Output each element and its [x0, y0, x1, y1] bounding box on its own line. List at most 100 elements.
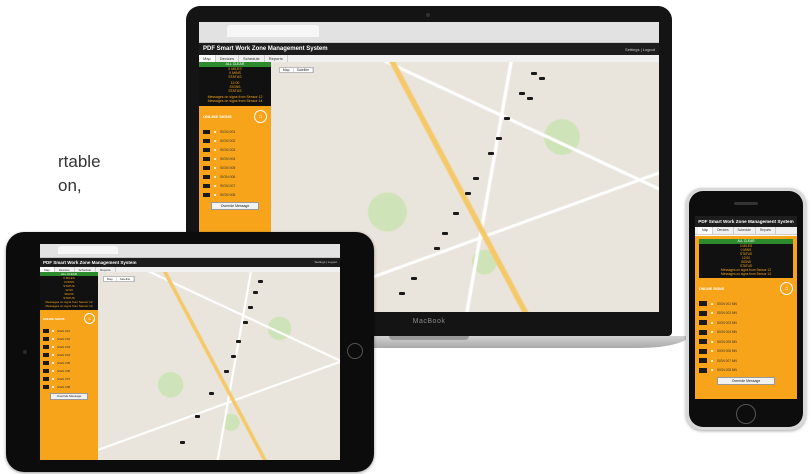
sign-label: SIGN 006 MN — [717, 349, 737, 354]
status-dot-icon — [52, 346, 54, 348]
sign-marker-icon[interactable] — [194, 414, 200, 418]
app-title-bar: PDF Smart Work Zone Management System Se… — [199, 43, 659, 56]
sign-board-icon — [203, 183, 210, 188]
sign-row[interactable]: SIGN 001 — [203, 127, 267, 136]
sign-marker-icon[interactable] — [243, 320, 249, 324]
sign-row[interactable]: SIGN 004 — [43, 351, 95, 359]
sign-row[interactable]: SIGN 006 — [43, 367, 95, 375]
sign-marker-icon[interactable] — [433, 247, 440, 250]
sign-marker-icon[interactable] — [257, 279, 263, 283]
sign-row[interactable]: SIGN 003 MN — [699, 318, 793, 328]
map-tab-satellite[interactable]: Satellite — [294, 68, 314, 72]
app-title: PDF Smart Work Zone Management System — [43, 259, 137, 265]
override-message-button[interactable]: Override Message — [717, 377, 775, 385]
sign-marker-icon[interactable] — [410, 277, 417, 280]
tab-map[interactable]: Map — [698, 227, 714, 234]
sign-row[interactable]: SIGN 003 — [203, 145, 267, 154]
sign-label: SIGN 003 MN — [717, 320, 737, 325]
sign-row[interactable]: SIGN 007 — [203, 181, 267, 190]
sign-board-icon — [43, 345, 49, 349]
sign-label: SIGN 001 — [220, 129, 236, 134]
sign-row[interactable]: SIGN 004 MN — [699, 328, 793, 338]
override-message-button[interactable]: Override Message — [211, 202, 259, 210]
map-tab-satellite[interactable]: Satellite — [117, 276, 135, 281]
sign-label: SIGN 002 — [220, 138, 236, 143]
sign-marker-icon[interactable] — [180, 441, 186, 445]
sign-row[interactable]: SIGN 005 — [43, 359, 95, 367]
sign-marker-icon[interactable] — [399, 292, 406, 295]
override-message-button[interactable]: Override Message — [50, 393, 88, 400]
sign-marker-icon[interactable] — [538, 77, 545, 80]
sign-marker-icon[interactable] — [527, 97, 534, 100]
sign-board-icon — [699, 339, 707, 345]
sign-list: SIGN 001 SIGN 002 SIGN 003 SIGN 004 SIGN 005… — [199, 127, 271, 199]
sign-row[interactable]: SIGN 006 MN — [699, 347, 793, 357]
sign-marker-icon[interactable] — [231, 354, 237, 358]
sign-board-icon — [43, 377, 49, 381]
sign-marker-icon[interactable] — [530, 72, 537, 75]
tab-reports[interactable]: Reports — [756, 227, 777, 234]
header-links[interactable]: Settings | Logout — [625, 47, 655, 52]
sign-board-icon — [699, 367, 707, 373]
status-footer: Messages on signs from Sensor 14 — [721, 272, 771, 276]
sign-row[interactable]: SIGN 008 MN — [699, 366, 793, 376]
sign-row[interactable]: SIGN 006 — [203, 172, 267, 181]
status-dot-icon — [711, 331, 713, 334]
map-tab-map[interactable]: Map — [280, 68, 294, 72]
sign-row[interactable]: SIGN 005 MN — [699, 337, 793, 347]
sign-row[interactable]: SIGN 007 — [43, 375, 95, 383]
sign-row[interactable]: SIGN 008 — [43, 383, 95, 391]
home-button[interactable] — [736, 404, 756, 424]
sign-board-icon — [699, 320, 707, 326]
tab-devices[interactable]: Devices — [713, 227, 734, 234]
home-icon[interactable]: ⌂ — [254, 110, 267, 123]
sign-board-icon — [203, 147, 210, 152]
sign-marker-icon[interactable] — [496, 137, 503, 140]
phone-front: PDF Smart Work Zone Management System Ma… — [689, 191, 803, 427]
map-type-toggle: Map Satellite — [278, 67, 315, 73]
app-title: PDF Smart Work Zone Management System — [203, 46, 328, 53]
sign-row[interactable]: SIGN 007 MN — [699, 356, 793, 366]
header-links[interactable]: Settings | Logout — [315, 260, 337, 264]
sign-marker-icon[interactable] — [235, 339, 241, 343]
sign-row[interactable]: SIGN 001 — [43, 327, 95, 335]
phone-screen: PDF Smart Work Zone Management System Ma… — [695, 216, 797, 399]
sign-row[interactable]: SIGN 008 — [203, 190, 267, 199]
sign-marker-icon[interactable] — [519, 92, 526, 95]
sign-row[interactable]: SIGN 002 — [43, 335, 95, 343]
nav-tabs: Map Devices Schedule Reports — [695, 227, 797, 235]
sign-row[interactable]: SIGN 001 MN — [699, 299, 793, 309]
status-dot-icon — [711, 312, 713, 315]
tab-schedule[interactable]: Schedule — [734, 227, 756, 234]
sign-marker-icon[interactable] — [248, 305, 254, 309]
map-tab-map[interactable]: Map — [104, 276, 117, 281]
sign-row[interactable]: SIGN 003 — [43, 343, 95, 351]
camera-icon — [426, 13, 430, 17]
map-view[interactable]: Map Satellite — [98, 272, 340, 460]
sign-marker-icon[interactable] — [453, 212, 460, 215]
browser-tab[interactable] — [58, 245, 118, 254]
browser-chrome — [40, 244, 340, 258]
sign-marker-icon[interactable] — [223, 369, 229, 373]
sign-row[interactable]: SIGN 005 — [203, 163, 267, 172]
sign-row[interactable]: SIGN 002 — [203, 136, 267, 145]
browser-tab[interactable] — [226, 25, 319, 38]
marketing-text-line-1: rtable — [58, 152, 101, 171]
signs-header-label: ONLINE SIGNS — [203, 114, 232, 119]
sign-marker-icon[interactable] — [252, 290, 258, 294]
sign-row[interactable]: SIGN 002 MN — [699, 309, 793, 319]
sign-marker-icon[interactable] — [465, 192, 471, 195]
sign-marker-icon[interactable] — [209, 392, 215, 396]
sign-row[interactable]: SIGN 004 — [203, 154, 267, 163]
sign-marker-icon[interactable] — [488, 152, 495, 155]
home-icon[interactable]: ⌂ — [84, 313, 95, 324]
sign-label: SIGN 005 MN — [717, 339, 737, 344]
sign-marker-icon[interactable] — [441, 232, 448, 235]
home-button[interactable] — [347, 343, 363, 359]
sign-marker-icon[interactable] — [503, 117, 510, 120]
home-icon[interactable]: ⌂ — [780, 282, 793, 295]
sign-marker-icon[interactable] — [472, 177, 479, 180]
status-dot-icon — [52, 354, 54, 356]
sign-board-icon — [203, 156, 210, 161]
status-panel: ALL CLEAR 0 MILES 0 MINS STATUS 12:00 SI… — [199, 62, 271, 106]
